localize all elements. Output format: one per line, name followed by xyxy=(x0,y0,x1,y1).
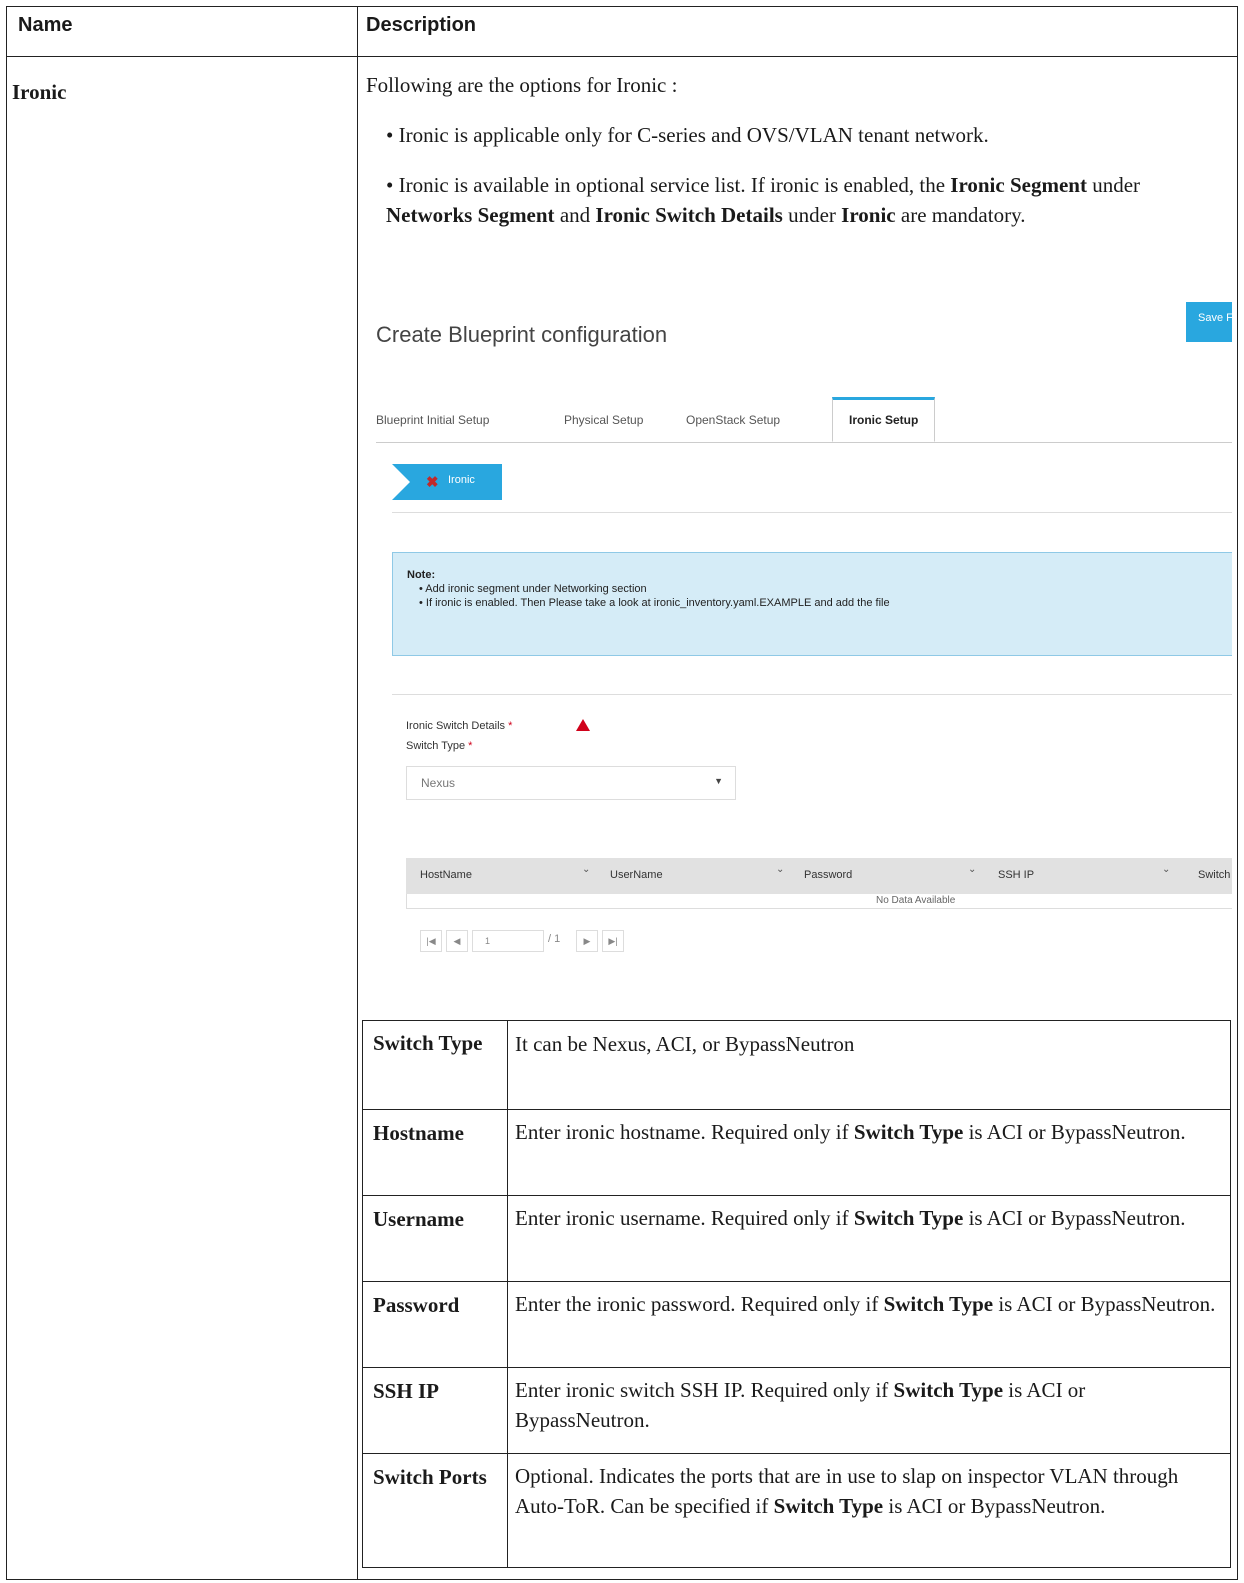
tab-openstack-setup[interactable]: OpenStack Setup xyxy=(686,398,780,442)
sort-chevron-icon[interactable]: ⌄ xyxy=(1162,864,1170,875)
field-name: Hostname xyxy=(373,1121,464,1145)
first-page-button[interactable]: |◀ xyxy=(420,930,442,952)
header-divider xyxy=(7,56,1237,57)
blueprint-screenshot: Create Blueprint configuration Save F Bl… xyxy=(366,282,1232,1000)
save-button[interactable]: Save F xyxy=(1186,302,1232,342)
column-switch[interactable]: Switch xyxy=(1198,869,1230,881)
note-box: Note: • Add ironic segment under Network… xyxy=(392,552,1232,656)
switch-table-body xyxy=(406,894,1232,909)
sort-chevron-icon[interactable]: ⌄ xyxy=(582,864,590,875)
next-page-button[interactable]: ▶ xyxy=(576,930,598,952)
divider xyxy=(392,512,1232,513)
column-divider xyxy=(357,7,358,1579)
tab-ironic-setup[interactable]: Ironic Setup xyxy=(832,397,936,442)
column-ssh-ip[interactable]: SSH IP xyxy=(998,869,1034,881)
field-description: Optional. Indicates the ports that are i… xyxy=(515,1464,1179,1518)
chevron-down-icon: ▼ xyxy=(714,776,723,786)
sort-chevron-icon[interactable]: ⌄ xyxy=(968,864,976,875)
field-name: Switch Type xyxy=(373,1031,483,1055)
field-name: Switch Ports xyxy=(373,1465,487,1489)
field-name: SSH IP xyxy=(373,1379,439,1403)
switch-details-label: Ironic Switch Details * xyxy=(406,720,513,732)
error-x-icon: ✖ xyxy=(426,474,439,491)
page-number-input[interactable]: 1 xyxy=(472,930,544,952)
row-divider xyxy=(363,1453,1230,1454)
row-divider xyxy=(363,1195,1230,1196)
tab-bar: Blueprint Initial Setup Physical Setup O… xyxy=(376,397,1232,443)
switch-type-label: Switch Type * xyxy=(406,740,473,752)
field-description: It can be Nexus, ACI, or BypassNeutron xyxy=(515,1032,855,1056)
row-intro: Following are the options for Ironic : xyxy=(366,73,678,97)
field-name: Password xyxy=(373,1293,460,1317)
last-page-button[interactable]: ▶| xyxy=(602,930,624,952)
bullet-applicability: • Ironic is applicable only for C-series… xyxy=(386,123,989,147)
row-divider xyxy=(363,1281,1230,1282)
field-description: Enter ironic switch SSH IP. Required onl… xyxy=(515,1378,1086,1432)
switch-type-value: Nexus xyxy=(421,776,456,790)
ironic-step-chevron[interactable] xyxy=(392,464,502,500)
column-password[interactable]: Password xyxy=(804,869,852,881)
switch-fields-table: Switch Type It can be Nexus, ACI, or Byp… xyxy=(362,1020,1231,1568)
switch-table-header: HostName ⌄ UserName ⌄ Password ⌄ SSH IP … xyxy=(406,858,1232,894)
field-description: Enter the ironic password. Required only… xyxy=(515,1292,1216,1316)
no-data-text: No Data Available xyxy=(876,895,956,906)
switch-type-select[interactable]: Nexus ▼ xyxy=(406,766,736,800)
field-name: Username xyxy=(373,1207,464,1231)
screenshot-title: Create Blueprint configuration xyxy=(376,322,668,347)
name-column-header: Name xyxy=(18,14,73,36)
ironic-step-label: Ironic xyxy=(448,474,475,486)
divider xyxy=(392,694,1232,695)
tab-physical-setup[interactable]: Physical Setup xyxy=(564,398,643,442)
prev-page-button[interactable]: ◀ xyxy=(446,930,468,952)
bullet-optional-service: • Ironic is available in optional servic… xyxy=(386,173,1141,227)
column-hostname[interactable]: HostName xyxy=(420,869,472,881)
sort-chevron-icon[interactable]: ⌄ xyxy=(776,864,784,875)
description-column-header: Description xyxy=(366,14,477,36)
tab-blueprint-initial-setup[interactable]: Blueprint Initial Setup xyxy=(376,398,489,442)
warning-icon xyxy=(576,719,590,731)
field-description: Enter ironic hostname. Required only if … xyxy=(515,1120,1186,1144)
note-item: • Add ironic segment under Networking se… xyxy=(419,583,647,595)
column-divider xyxy=(507,1021,508,1567)
field-description: Enter ironic username. Required only if … xyxy=(515,1206,1186,1230)
column-username[interactable]: UserName xyxy=(610,869,663,881)
row-divider xyxy=(363,1109,1230,1110)
page-count: / 1 xyxy=(548,933,561,945)
note-item: • If ironic is enabled. Then Please take… xyxy=(419,597,890,609)
note-title: Note: xyxy=(407,569,436,581)
row-divider xyxy=(363,1367,1230,1368)
row-name: Ironic xyxy=(12,80,67,104)
